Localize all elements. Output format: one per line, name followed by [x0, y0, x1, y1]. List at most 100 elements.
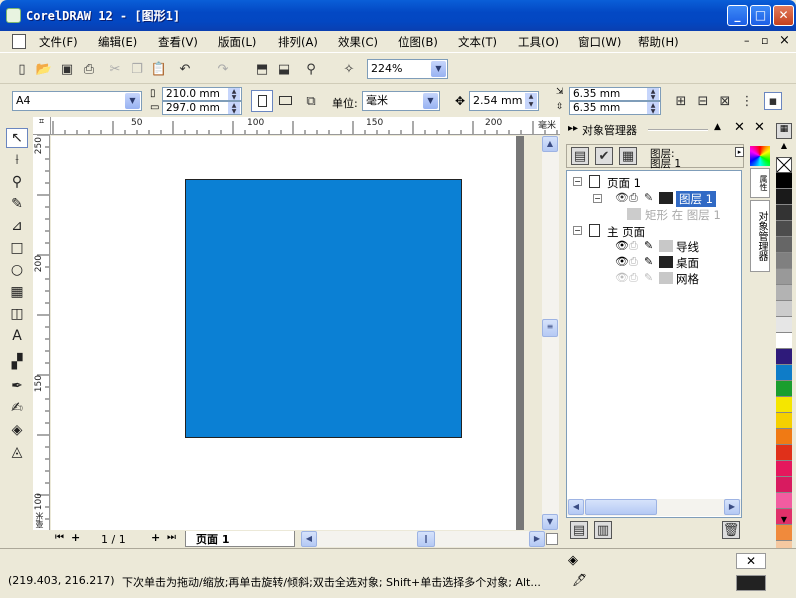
no-color-swatch[interactable]: [776, 157, 792, 173]
menu-view[interactable]: 查看(V): [158, 34, 198, 50]
duplicate-y-field[interactable]: 6.35 mm ▲ ▼: [569, 101, 661, 115]
menu-edit[interactable]: 编辑(E): [98, 34, 137, 50]
color-swatch[interactable]: [776, 269, 792, 285]
color-docker-tab[interactable]: [750, 146, 770, 166]
printer-icon[interactable]: ⎙: [629, 255, 638, 269]
show-properties-icon[interactable]: ▤: [571, 147, 589, 165]
unit-select[interactable]: 毫米 ▼: [362, 91, 440, 111]
vertical-ruler[interactable]: 250 200 150 100 毫米: [33, 135, 50, 530]
properties-docker-tab[interactable]: 属性: [750, 168, 770, 198]
scroll-thumb[interactable]: [585, 499, 657, 515]
scroll-right-button[interactable]: ▶: [529, 531, 545, 547]
docker-collapse-icon[interactable]: ▸▸: [568, 123, 578, 134]
document-icon[interactable]: [12, 34, 26, 49]
interactive-fill-tool-icon[interactable]: ◬: [6, 442, 28, 462]
freehand-tool-icon[interactable]: ✎: [6, 194, 28, 214]
layer-color-swatch[interactable]: [659, 272, 673, 284]
collapse-icon[interactable]: −: [573, 226, 582, 235]
docker-flyout-button[interactable]: ▸: [735, 147, 744, 157]
next-page-add-button[interactable]: +: [151, 531, 160, 544]
color-swatch[interactable]: [776, 205, 792, 221]
page-width-field[interactable]: 210.0 mm ▲ ▼: [162, 87, 242, 101]
color-swatch[interactable]: [776, 477, 792, 493]
close-button[interactable]: ✕: [773, 5, 794, 26]
menu-effects[interactable]: 效果(C): [338, 34, 378, 50]
page-height-field[interactable]: 297.0 mm ▲ ▼: [162, 101, 242, 115]
tree-grid-layer[interactable]: 网格: [676, 271, 699, 287]
new-layer-icon[interactable]: ▤: [570, 521, 588, 539]
portrait-button[interactable]: [251, 90, 273, 112]
menu-layout[interactable]: 版面(L): [218, 34, 256, 50]
layer-color-swatch[interactable]: [659, 240, 673, 252]
import-icon[interactable]: ⬒: [253, 60, 271, 78]
page-layout-icon[interactable]: ⧉: [302, 92, 320, 110]
color-swatch[interactable]: [776, 365, 792, 381]
text-tool-icon[interactable]: A: [6, 326, 28, 346]
horizontal-ruler[interactable]: 50 100 150 200 毫米: [51, 117, 560, 135]
layer-color-swatch[interactable]: [659, 256, 673, 268]
scroll-down-button[interactable]: ▼: [542, 514, 558, 530]
layer-color-swatch[interactable]: [659, 192, 673, 204]
delete-icon[interactable]: 🗑: [722, 521, 740, 539]
tree-hscrollbar[interactable]: ◀ ▶: [567, 499, 741, 516]
interactive-blend-tool-icon[interactable]: ▞: [6, 352, 28, 372]
scroll-thumb[interactable]: ≡: [542, 319, 558, 337]
redo-icon[interactable]: ↷: [214, 60, 232, 78]
tree-page-1[interactable]: 页面 1: [607, 175, 641, 191]
undo-icon[interactable]: ↶: [176, 60, 194, 78]
menu-help[interactable]: 帮助(H): [638, 34, 679, 50]
rectangle-tool-icon[interactable]: □: [6, 238, 28, 258]
first-page-button[interactable]: ⏮: [55, 532, 64, 543]
maximize-button[interactable]: □: [750, 5, 771, 26]
tree-layer-1[interactable]: 图层 1: [676, 191, 716, 207]
pencil-icon[interactable]: ✎: [644, 239, 653, 252]
dynamic-guides-icon[interactable]: ⋮: [738, 92, 756, 110]
docker-close-icon[interactable]: ✕: [734, 120, 745, 135]
color-swatch[interactable]: [776, 525, 792, 541]
page-size-select[interactable]: A4 ▼: [12, 91, 142, 111]
copy-icon[interactable]: ❐: [128, 60, 146, 78]
horizontal-scrollbar[interactable]: ◀ ‖ ▶: [301, 531, 545, 547]
snap-to-objects-icon[interactable]: ⊠: [716, 92, 734, 110]
outline-tool-icon[interactable]: ✍: [6, 398, 28, 418]
vertical-scrollbar[interactable]: ▲ ≡ ▼: [542, 136, 559, 530]
color-swatch[interactable]: [776, 413, 792, 429]
color-swatch[interactable]: [776, 173, 792, 189]
mdi-restore-button[interactable]: ▫: [761, 34, 768, 47]
nudge-offset-field[interactable]: 2.54 mm ▲ ▼: [469, 91, 539, 111]
color-swatch[interactable]: [776, 349, 792, 365]
scroll-left-button[interactable]: ◀: [301, 531, 317, 547]
view-corner-button[interactable]: [546, 533, 558, 545]
color-swatch[interactable]: [776, 237, 792, 253]
docker-arrow-icon[interactable]: ▲: [714, 122, 721, 132]
color-swatch[interactable]: [776, 333, 792, 349]
color-swatch[interactable]: [776, 189, 792, 205]
eye-icon[interactable]: 👁: [615, 239, 629, 252]
menu-text[interactable]: 文本(T): [458, 34, 497, 50]
cut-icon[interactable]: ✂: [106, 60, 124, 78]
printer-icon[interactable]: ⎙: [629, 191, 638, 205]
pick-tool-icon[interactable]: ↖: [6, 128, 28, 148]
tree-rectangle-item[interactable]: 矩形 在 图层 1: [645, 207, 721, 223]
application-launcher-icon[interactable]: ⚲: [302, 60, 320, 78]
printer-icon[interactable]: ⎙: [629, 271, 638, 285]
color-swatch[interactable]: [776, 429, 792, 445]
menu-tools[interactable]: 工具(O): [518, 34, 559, 50]
color-swatch[interactable]: [776, 461, 792, 477]
basic-shapes-tool-icon[interactable]: ◫: [6, 304, 28, 324]
ellipse-tool-icon[interactable]: ○: [6, 260, 28, 280]
zoom-tool-icon[interactable]: ⚲: [6, 172, 28, 192]
new-master-layer-icon[interactable]: ▥: [594, 521, 612, 539]
tree-master-page[interactable]: 主 页面: [607, 224, 645, 240]
scroll-thumb[interactable]: ‖: [417, 531, 435, 547]
tree-desktop-layer[interactable]: 桌面: [676, 255, 699, 271]
smart-fill-tool-icon[interactable]: ⊿: [6, 216, 28, 236]
no-fill-indicator[interactable]: ✕: [736, 553, 766, 569]
mdi-minimize-button[interactable]: –: [744, 34, 750, 47]
layer-manager-view-icon[interactable]: ▦: [619, 147, 637, 165]
color-swatch[interactable]: [776, 317, 792, 333]
color-swatch[interactable]: [776, 397, 792, 413]
eye-icon[interactable]: 👁: [615, 191, 629, 204]
prev-page-add-button[interactable]: +: [71, 531, 80, 544]
last-page-button[interactable]: ⏭: [167, 532, 176, 543]
